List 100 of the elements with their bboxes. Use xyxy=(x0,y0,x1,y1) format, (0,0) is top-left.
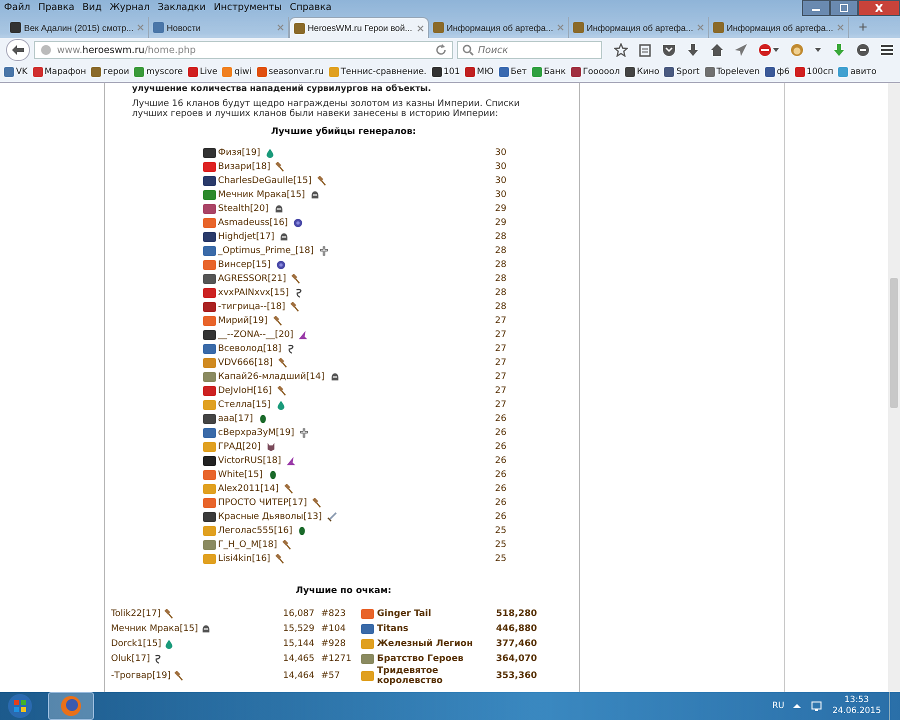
bookmark-item[interactable]: Live xyxy=(188,67,218,77)
menu-item[interactable]: Вид xyxy=(78,2,106,12)
menu-item[interactable]: Файл xyxy=(0,2,34,12)
send-icon[interactable] xyxy=(734,43,748,57)
bookmark-label[interactable]: 100сп xyxy=(806,67,834,77)
bookmark-item[interactable]: ф6 xyxy=(764,67,790,77)
player-link[interactable]: Мирий[19] xyxy=(218,316,268,326)
bookmark-label[interactable]: seasonvar.ru xyxy=(268,67,324,77)
up-arrow-icon[interactable] xyxy=(792,701,802,711)
player-link[interactable]: AGRESSOR[21] xyxy=(218,274,286,284)
bookmark-label[interactable]: Кино xyxy=(636,67,660,77)
bookmark-item[interactable]: 101 xyxy=(432,67,460,77)
bookmark-label[interactable]: авито xyxy=(850,67,877,77)
player-link[interactable]: CharlesDeGaulle[15] xyxy=(218,176,312,186)
bookmark-label[interactable]: Банк xyxy=(544,67,566,77)
player-link[interactable]: VDV666[18] xyxy=(218,358,273,368)
bookmark-label[interactable]: герои xyxy=(103,67,130,77)
bookmark-item[interactable]: Марафон xyxy=(32,67,86,77)
download-manager-icon[interactable] xyxy=(832,43,846,57)
bookmark-label[interactable]: Гооооол xyxy=(582,67,620,77)
menu-item[interactable]: Журнал xyxy=(106,2,154,12)
player-link[interactable]: Stealth[20] xyxy=(218,204,269,214)
clan-link[interactable]: Железный Легион xyxy=(377,638,473,648)
close-icon[interactable] xyxy=(416,24,424,32)
bookmark-item[interactable]: Topeleven xyxy=(704,67,760,77)
player-link[interactable]: Капай26-младший[14] xyxy=(218,372,325,382)
player-link[interactable]: сВерхраЗуМ[19] xyxy=(218,428,294,438)
bookmark-label[interactable]: ф6 xyxy=(776,67,790,77)
player-link[interactable]: Визари[18] xyxy=(218,162,270,172)
download-icon[interactable] xyxy=(686,43,700,57)
bookmark-item[interactable]: герои xyxy=(91,67,130,77)
bookmark-item[interactable]: seasonvar.ru xyxy=(256,67,324,77)
menu-item[interactable]: Справка xyxy=(286,2,336,12)
language-indicator[interactable]: RU xyxy=(772,701,784,711)
bookmark-item[interactable]: myscore xyxy=(134,67,183,77)
player-link[interactable]: Alex2011[14] xyxy=(218,484,279,494)
home-icon[interactable] xyxy=(710,43,724,57)
player-link[interactable]: Мечник Мрака[15] xyxy=(111,624,198,634)
search-field[interactable]: Поиск xyxy=(457,41,602,59)
player-link[interactable]: _Optimus_Prime_[18] xyxy=(218,246,314,256)
bookmark-label[interactable]: myscore xyxy=(146,67,183,77)
player-link[interactable]: White[15] xyxy=(218,470,263,480)
taskbar-app[interactable] xyxy=(48,692,94,720)
bookmark-label[interactable]: Бет xyxy=(510,67,527,77)
bookmark-label[interactable]: VK xyxy=(16,67,28,77)
address-bar[interactable]: www.heroeswm.ru/home.php xyxy=(34,41,453,59)
bookmark-item[interactable]: Sport xyxy=(664,67,700,77)
menu-item[interactable]: Правка xyxy=(34,2,78,12)
bookmark-label[interactable]: Sport xyxy=(676,67,700,77)
player-link[interactable]: ГРАД[20] xyxy=(218,442,261,452)
player-link[interactable]: __--ZONA--__[20] xyxy=(218,330,294,340)
menu-item[interactable]: Закладки xyxy=(154,2,210,12)
star-icon[interactable] xyxy=(614,43,628,57)
browser-tab[interactable]: HeroesWM.ru Герои вой... xyxy=(288,17,429,38)
bookmark-item[interactable]: Кино xyxy=(624,67,660,77)
bookmark-item[interactable]: Бет xyxy=(498,67,527,77)
menu-icon[interactable] xyxy=(880,43,894,57)
clan-link[interactable]: Ginger Tail xyxy=(377,608,432,618)
player-link[interactable]: Lisi4kin[16] xyxy=(218,554,270,564)
player-link[interactable]: -тигрица--[18] xyxy=(218,302,286,312)
bookmark-label[interactable]: Live xyxy=(200,67,218,77)
player-link[interactable]: Леголас555[16] xyxy=(218,526,292,536)
bookmark-item[interactable]: Банк xyxy=(532,67,566,77)
player-link[interactable]: Винсер[15] xyxy=(218,260,271,270)
maximize-icon[interactable] xyxy=(839,4,849,12)
clipboard-icon[interactable] xyxy=(638,43,652,57)
player-link[interactable]: -Трогвар[19] xyxy=(111,671,171,681)
clan-link[interactable]: Братство Героев xyxy=(377,654,464,664)
bookmark-label[interactable]: Topeleven xyxy=(716,67,760,77)
back-arrow-icon[interactable] xyxy=(10,44,25,56)
back-button[interactable] xyxy=(6,39,30,61)
player-link[interactable]: Красные Дьяволы[13] xyxy=(218,512,322,522)
player-link[interactable]: Стелла[15] xyxy=(218,400,271,410)
bookmark-label[interactable]: МЮ xyxy=(476,67,494,77)
player-link[interactable]: Всеволод[18] xyxy=(218,344,282,354)
bookmark-item[interactable]: VK xyxy=(4,67,28,77)
bookmark-item[interactable]: 100сп xyxy=(794,67,834,77)
player-link[interactable]: xvxPAINxvx[15] xyxy=(218,288,289,298)
player-link[interactable]: Tolik22[17] xyxy=(111,608,161,618)
player-link[interactable]: Г_Н_О_М[18] xyxy=(218,540,278,550)
player-link[interactable]: Dorck1[15] xyxy=(111,638,162,648)
player-link[interactable]: Мечник Мрака[15] xyxy=(218,190,306,200)
player-link[interactable]: DeJvIoH[16] xyxy=(218,386,272,396)
bookmark-item[interactable]: авито xyxy=(838,67,877,77)
bookmark-item[interactable]: МЮ xyxy=(464,67,494,77)
bookmark-label[interactable]: 101 xyxy=(444,67,460,77)
clan-link[interactable]: Titans xyxy=(377,624,408,634)
pocket-icon[interactable] xyxy=(662,43,676,57)
player-link[interactable]: aaa[17] xyxy=(218,414,254,424)
player-link[interactable]: Физя[19] xyxy=(218,148,260,158)
new-tab-button[interactable]: + xyxy=(848,19,878,38)
player-link[interactable]: ПРОСТО ЧИТЕР[17] xyxy=(218,498,307,508)
player-link[interactable]: Oluk[17] xyxy=(111,654,150,664)
adblock-icon[interactable] xyxy=(758,43,780,57)
player-link[interactable]: VictorRUS[18] xyxy=(218,456,282,466)
bookmark-item[interactable]: qiwi xyxy=(222,67,252,77)
clan-link[interactable]: Тридевятое королевство xyxy=(377,666,473,686)
menu-item[interactable]: Инструменты xyxy=(210,2,286,12)
bookmark-label[interactable]: qiwi xyxy=(234,67,252,77)
bookmark-label[interactable]: Марафон xyxy=(44,67,86,77)
